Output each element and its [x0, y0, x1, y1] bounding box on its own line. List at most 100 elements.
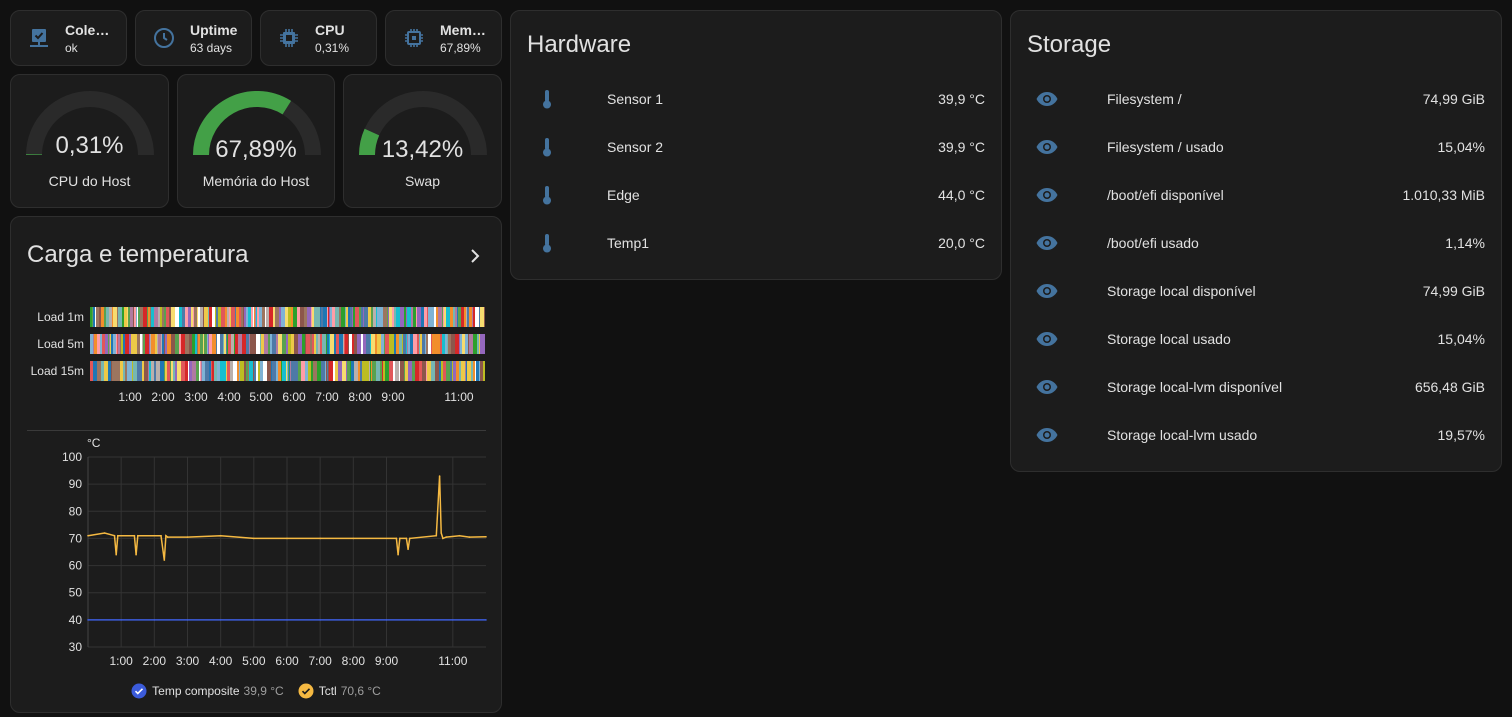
load-state-segment — [302, 334, 305, 354]
hardware-row-sensor-2[interactable]: Sensor 2 39,9 °C — [511, 123, 1001, 171]
load-row-label: Load 15m — [31, 364, 84, 378]
load-state-segment — [354, 334, 357, 354]
storage-row[interactable]: Storage local disponível 74,99 GiB — [1011, 267, 1501, 315]
load-state-segment — [458, 307, 461, 327]
storage-row[interactable]: Storage local-lvm disponível 656,48 GiB — [1011, 363, 1501, 411]
load-state-segment — [342, 361, 346, 381]
gauge-memoria[interactable]: 67,89% Memória do Host — [177, 74, 335, 208]
legend-item-temp-composite[interactable]: Temp composite 39,9 °C — [131, 683, 284, 699]
load-state-segment — [479, 307, 480, 327]
gauge-memoria-label: Memória do Host — [202, 173, 310, 189]
load-state-segment — [94, 334, 97, 354]
load-state-segment — [335, 307, 339, 327]
load-state-segment — [457, 307, 458, 327]
tile-colecao[interactable]: Coleção ok — [10, 10, 127, 66]
load-state-segment — [444, 307, 446, 327]
load-state-segment — [446, 361, 450, 381]
hardware-row-value: 39,9 °C — [938, 91, 985, 107]
load-state-segment — [138, 307, 140, 327]
load-state-segment — [223, 334, 224, 354]
storage-row[interactable]: Filesystem / 74,99 GiB — [1011, 75, 1501, 123]
load-state-segment — [203, 307, 204, 327]
storage-row[interactable]: Storage local usado 15,04% — [1011, 315, 1501, 363]
hardware-row-edge[interactable]: Edge 44,0 °C — [511, 171, 1001, 219]
storage-row[interactable]: /boot/efi disponível 1.010,33 MiB — [1011, 171, 1501, 219]
storage-row-name: Storage local usado — [1107, 331, 1231, 347]
tctl-point — [186, 536, 189, 538]
load-state-segment — [167, 361, 170, 381]
load-state-segment — [265, 307, 266, 327]
load-state-segment — [348, 334, 349, 354]
load-state-segment — [365, 361, 369, 381]
tile-uptime[interactable]: Uptime 63 days — [135, 10, 252, 66]
storage-row-name: Filesystem / — [1107, 91, 1182, 107]
load-state-segment — [198, 334, 200, 354]
hardware-row-sensor-1[interactable]: Sensor 1 39,9 °C — [511, 75, 1001, 123]
x-tick-label: 6:00 — [275, 654, 299, 668]
load-state-segment — [145, 334, 149, 354]
load-state-segment — [322, 334, 325, 354]
load-state-segment — [236, 307, 239, 327]
load-state-segment — [479, 361, 480, 381]
load-state-segment — [394, 307, 396, 327]
load-state-segment — [101, 361, 104, 381]
load-state-segment — [221, 307, 225, 327]
load-state-segment — [102, 334, 105, 354]
load-state-segment — [125, 334, 129, 354]
load-state-segment — [417, 334, 419, 354]
temp-composite-point — [219, 619, 222, 621]
load-state-segment — [419, 334, 420, 354]
load-state-segment — [181, 334, 185, 354]
y-tick-label: 30 — [69, 640, 83, 654]
y-axis-unit: °C — [87, 436, 101, 450]
load-state-segment — [329, 334, 330, 354]
load-state-segment — [268, 334, 270, 354]
temp-composite-point — [385, 619, 388, 621]
load-state-segment — [256, 361, 258, 381]
storage-row[interactable]: /boot/efi usado 1,14% — [1011, 219, 1501, 267]
load-state-segment — [179, 334, 181, 354]
load-state-segment — [408, 361, 412, 381]
load-state-segment — [195, 334, 197, 354]
load-state-segment — [154, 307, 158, 327]
gauge-cpu[interactable]: 0,31% CPU do Host — [10, 74, 169, 208]
load-state-segment — [366, 334, 370, 354]
chevron-right-icon[interactable] — [463, 244, 487, 268]
storage-row-name: /boot/efi disponível — [1107, 187, 1224, 203]
storage-row[interactable]: Filesystem / usado 15,04% — [1011, 123, 1501, 171]
load-state-segment — [330, 334, 334, 354]
load-state-segment — [400, 307, 404, 327]
load-state-segment — [383, 361, 385, 381]
load-state-segment — [306, 334, 310, 354]
load-state-segment — [479, 334, 480, 354]
load-state-segment — [117, 334, 118, 354]
load-state-segment — [376, 361, 380, 381]
legend-item-tctl[interactable]: Tctl 70,6 °C — [298, 683, 381, 699]
load-state-segment — [246, 307, 248, 327]
gauge-swap-label: Swap — [404, 173, 441, 189]
chart-legend: Temp composite 39,9 °C Tctl 70,6 °C — [11, 683, 501, 699]
load-state-segment — [347, 361, 350, 381]
load-state-segment — [327, 361, 328, 381]
tile-cpu[interactable]: CPU 0,31% — [260, 10, 377, 66]
load-state-segment — [144, 361, 148, 381]
load-state-segment — [202, 361, 205, 381]
load-state-segment — [199, 361, 200, 381]
load-state-segment — [158, 334, 161, 354]
load-state-segment — [237, 361, 239, 381]
load-state-segment — [133, 307, 134, 327]
load-state-segment — [278, 361, 281, 381]
gauge-swap[interactable]: 13,42% Swap — [343, 74, 502, 208]
hardware-row-temp1[interactable]: Temp1 20,0 °C — [511, 219, 1001, 267]
load-state-segment — [453, 361, 456, 381]
storage-row[interactable]: Storage local-lvm usado 19,57% — [1011, 411, 1501, 459]
tile-uptime-name: Uptime — [190, 21, 238, 38]
tile-memoria[interactable]: Memória 67,89% — [385, 10, 502, 66]
load-state-segment — [384, 334, 385, 354]
load-time-tick: 11:00 — [444, 390, 473, 404]
load-state-segment — [465, 334, 468, 354]
eye-icon — [1036, 188, 1058, 202]
load-state-segment — [291, 334, 294, 354]
tctl-point — [408, 537, 411, 540]
storage-row-value: 74,99 GiB — [1422, 283, 1485, 299]
